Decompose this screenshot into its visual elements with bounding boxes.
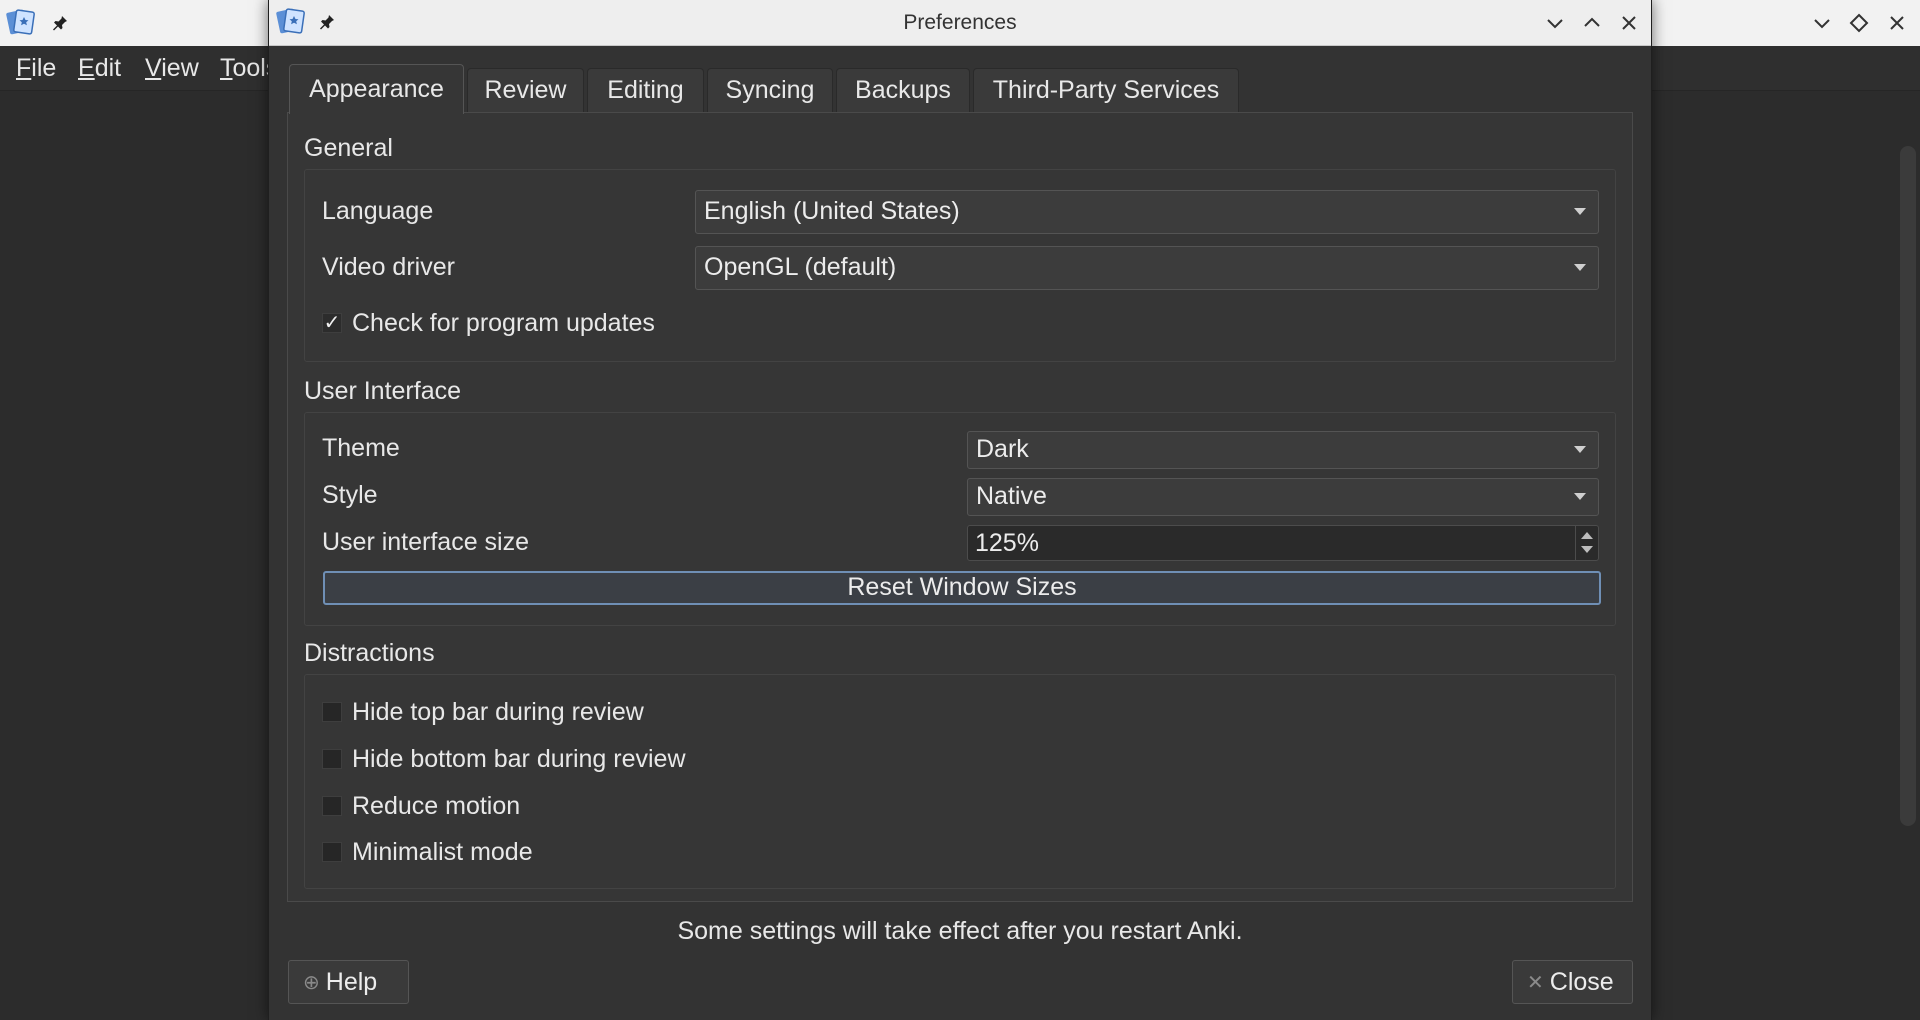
tab-backups[interactable]: Backups bbox=[836, 68, 970, 112]
check-updates-checkbox[interactable]: ✓ Check for program updates bbox=[322, 307, 655, 339]
restore-icon[interactable] bbox=[1846, 10, 1872, 36]
theme-label: Theme bbox=[322, 434, 400, 462]
chevron-down-icon bbox=[1574, 208, 1586, 215]
ui-size-label: User interface size bbox=[322, 528, 530, 556]
menu-view[interactable]: View bbox=[145, 52, 199, 85]
reset-window-sizes-button[interactable]: Reset Window Sizes bbox=[323, 571, 1601, 605]
minimalist-mode-checkbox[interactable]: Minimalist mode bbox=[322, 836, 533, 868]
tab-review[interactable]: Review bbox=[467, 68, 584, 112]
spin-buttons[interactable] bbox=[1575, 526, 1598, 560]
dialog-titlebar: Preferences bbox=[269, 0, 1651, 46]
chevron-down-icon bbox=[1574, 264, 1586, 271]
close-button[interactable]: ✕ Close bbox=[1512, 960, 1633, 1004]
checkbox-box bbox=[322, 749, 342, 769]
hide-bottom-bar-checkbox[interactable]: Hide bottom bar during review bbox=[322, 743, 686, 775]
reduce-motion-checkbox[interactable]: Reduce motion bbox=[322, 790, 520, 822]
style-select[interactable]: Native bbox=[967, 478, 1599, 516]
style-label: Style bbox=[322, 481, 378, 509]
chevron-down-icon bbox=[1574, 446, 1586, 453]
pin-icon[interactable] bbox=[51, 14, 69, 32]
maximize-icon[interactable] bbox=[1579, 10, 1605, 36]
video-driver-label: Video driver bbox=[322, 253, 455, 281]
checkbox-box bbox=[322, 796, 342, 816]
video-driver-select[interactable]: OpenGL (default) bbox=[695, 246, 1599, 290]
checkbox-box bbox=[322, 842, 342, 862]
anki-logo-icon bbox=[6, 7, 36, 37]
theme-select[interactable]: Dark bbox=[967, 431, 1599, 469]
tab-syncing[interactable]: Syncing bbox=[707, 68, 833, 112]
restart-note: Some settings will take effect after you… bbox=[677, 917, 1243, 945]
tab-appearance[interactable]: Appearance bbox=[289, 64, 464, 114]
tab-third-party-services[interactable]: Third-Party Services bbox=[973, 68, 1239, 112]
main-scrollbar[interactable] bbox=[1900, 146, 1916, 826]
checkmark-icon: ✓ bbox=[322, 312, 342, 334]
close-x-icon: ✕ bbox=[1527, 971, 1544, 994]
spin-up-icon[interactable] bbox=[1581, 532, 1593, 539]
tab-editing[interactable]: Editing bbox=[587, 68, 704, 112]
general-section-title: General bbox=[304, 134, 393, 162]
minimize-icon[interactable] bbox=[1809, 10, 1835, 36]
dialog-title: Preferences bbox=[903, 11, 1017, 34]
minimize-icon[interactable] bbox=[1542, 10, 1568, 36]
close-icon[interactable] bbox=[1884, 10, 1910, 36]
ui-size-spinbox[interactable]: 125% bbox=[967, 525, 1599, 561]
chevron-down-icon bbox=[1574, 493, 1586, 500]
preferences-dialog: Preferences Appearance Review Editing Sy… bbox=[268, 0, 1652, 1020]
language-select[interactable]: English (United States) bbox=[695, 190, 1599, 234]
spin-down-icon[interactable] bbox=[1581, 546, 1593, 553]
help-icon: ⊕ bbox=[303, 971, 320, 994]
user-interface-section-title: User Interface bbox=[304, 377, 462, 405]
language-label: Language bbox=[322, 197, 434, 225]
distractions-section-title: Distractions bbox=[304, 639, 435, 667]
help-button[interactable]: ⊕ Help bbox=[288, 960, 409, 1004]
checkbox-box bbox=[322, 702, 342, 722]
menu-edit[interactable]: Edit bbox=[78, 52, 121, 85]
hide-top-bar-checkbox[interactable]: Hide top bar during review bbox=[322, 696, 644, 728]
close-icon[interactable] bbox=[1616, 10, 1642, 36]
menu-file[interactable]: File bbox=[16, 52, 56, 85]
